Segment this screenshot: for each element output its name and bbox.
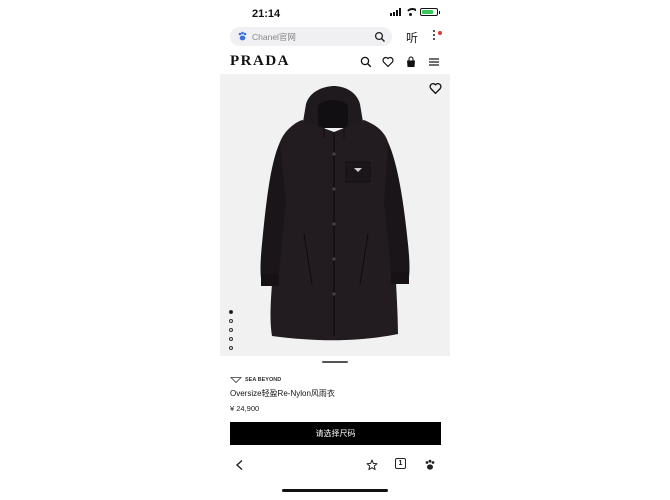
coat-image xyxy=(260,86,410,341)
menu-icon[interactable] xyxy=(428,55,440,67)
product-image[interactable] xyxy=(220,74,450,356)
product-price: ¥ 24,900 xyxy=(230,404,260,413)
status-bar: 21:14 xyxy=(220,0,450,26)
prada-triangle-logo-icon xyxy=(230,377,242,383)
tabs-icon[interactable]: 1 xyxy=(395,458,406,469)
bag-icon[interactable] xyxy=(405,55,417,67)
url-bar[interactable]: Chanel官网 xyxy=(230,27,392,46)
collab-label: SEA BEYOND xyxy=(230,377,281,383)
battery-level xyxy=(422,10,434,14)
search-icon[interactable] xyxy=(360,55,372,68)
paw-icon[interactable] xyxy=(424,458,436,470)
wifi-icon xyxy=(405,8,416,16)
product-name: Oversize轻盈Re-Nylon风雨衣 xyxy=(230,389,335,398)
gallery-dots[interactable] xyxy=(229,310,233,350)
prada-logo[interactable]: PRADA xyxy=(230,53,290,70)
scroll-indicator xyxy=(322,361,348,363)
site-header: PRADA xyxy=(220,50,450,74)
status-time: 21:14 xyxy=(252,8,281,20)
star-icon[interactable] xyxy=(366,458,378,471)
status-icons xyxy=(390,8,440,16)
gallery-dot[interactable] xyxy=(229,328,233,332)
gallery-dot[interactable] xyxy=(229,319,233,323)
search-icon[interactable] xyxy=(374,30,386,42)
listen-button[interactable]: 听 xyxy=(406,29,418,46)
collab-text: SEA BEYOND xyxy=(245,377,282,383)
back-chevron-icon[interactable] xyxy=(234,458,246,471)
phone-screen: 21:14 Chanel官网 听 PRADA SEA BEYOND Oversi… xyxy=(220,0,450,500)
heart-icon[interactable] xyxy=(382,55,394,68)
battery-icon xyxy=(420,8,440,16)
url-text: Chanel官网 xyxy=(252,32,296,42)
gallery-dot[interactable] xyxy=(229,310,233,314)
notification-dot xyxy=(438,31,442,35)
cellular-signal-icon xyxy=(390,8,401,16)
gallery-dot[interactable] xyxy=(229,346,233,350)
paw-icon xyxy=(237,31,248,42)
home-indicator xyxy=(282,489,388,492)
more-vertical-icon[interactable] xyxy=(430,28,438,44)
bottom-nav xyxy=(220,452,450,476)
select-size-button[interactable]: 请选择尺码 xyxy=(230,422,441,445)
gallery-dot[interactable] xyxy=(229,337,233,341)
heart-icon[interactable] xyxy=(429,82,442,95)
